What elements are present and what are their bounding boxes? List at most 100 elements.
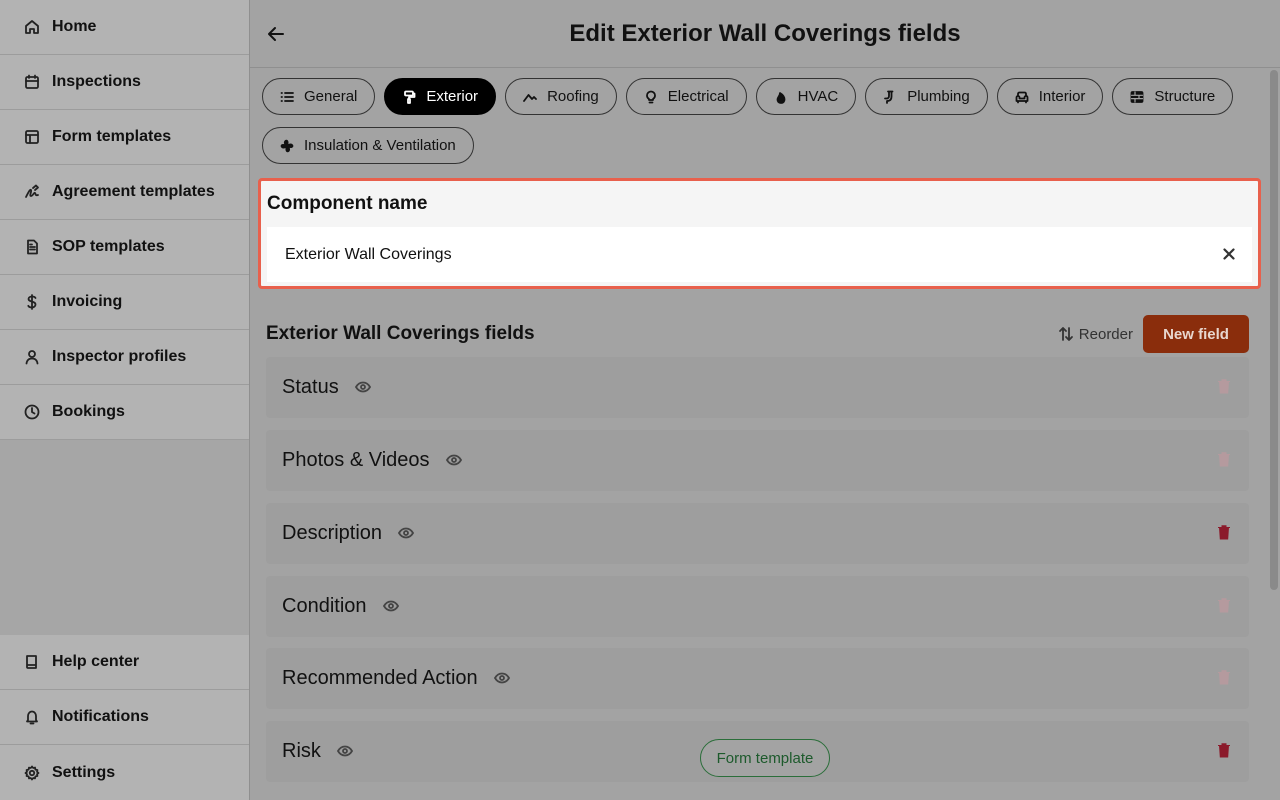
sidebar-item-inspections[interactable]: Inspections	[0, 55, 249, 110]
eye-icon[interactable]	[445, 452, 464, 470]
field-row-status[interactable]: Status	[266, 357, 1249, 418]
gear-icon	[24, 765, 40, 781]
clock-icon	[24, 404, 40, 420]
component-name-input[interactable]	[267, 227, 1252, 282]
field-name: Photos & Videos	[282, 449, 430, 471]
eye-icon[interactable]	[398, 525, 416, 543]
trash-icon[interactable]	[1217, 669, 1231, 685]
sidebar-item-home[interactable]: Home	[0, 0, 249, 55]
arrow-left-icon	[268, 27, 284, 41]
field-row-photos-videos[interactable]: Photos & Videos	[266, 430, 1249, 491]
field-name: Status	[282, 376, 339, 398]
sidebar-item-label: Notifications	[52, 708, 149, 725]
eye-icon[interactable]	[493, 670, 512, 688]
sidebar-item-help-center[interactable]: Help center	[0, 635, 249, 690]
sidebar-item-label: Inspections	[52, 73, 141, 90]
sidebar-item-notifications[interactable]: Notifications	[0, 690, 249, 745]
sidebar-item-label: Inspector profiles	[52, 348, 187, 365]
sidebar-item-inspector-profiles[interactable]: Inspector profiles	[0, 330, 249, 385]
trash-icon[interactable]	[1217, 524, 1231, 540]
field-row-recommended-action[interactable]: Recommended Action	[266, 648, 1249, 709]
sidebar-item-label: SOP templates	[52, 238, 165, 255]
sidebar-item-form-templates[interactable]: Form templates	[0, 110, 249, 165]
tab-label: Insulation & Ventilation	[304, 137, 456, 154]
field-name: Condition	[282, 595, 367, 617]
trash-icon[interactable]	[1217, 451, 1231, 467]
reorder-label: Reorder	[1078, 325, 1133, 343]
category-tabs: General Exterior Roofing Electrical HVAC…	[262, 78, 1262, 164]
tab-label: Interior	[1038, 88, 1086, 105]
sidebar-item-label: Home	[52, 18, 97, 35]
tab-general[interactable]: General	[262, 78, 376, 115]
trash-icon[interactable]	[1217, 742, 1231, 758]
fields-header: Exterior Wall Coverings fields Reorder N…	[266, 315, 1249, 353]
signature-icon	[24, 184, 40, 200]
field-name: Risk	[282, 740, 321, 762]
sidebar: Home Inspections Form templates Agreemen…	[0, 0, 250, 800]
roof-icon	[523, 90, 537, 104]
sidebar-bottom: Help center Notifications Settings	[0, 635, 249, 800]
back-button[interactable]	[266, 24, 286, 44]
sidebar-top: Home Inspections Form templates Agreemen…	[0, 0, 249, 440]
tab-interior[interactable]: Interior	[996, 78, 1104, 115]
eye-icon[interactable]	[354, 379, 373, 397]
fields-actions: Reorder New field	[1058, 315, 1249, 353]
tab-label: HVAC	[797, 88, 839, 105]
sidebar-item-invoicing[interactable]: Invoicing	[0, 275, 249, 330]
scrollbar[interactable]	[1270, 70, 1278, 590]
component-name-label: Component name	[267, 193, 428, 214]
field-name: Description	[282, 522, 383, 544]
home-icon	[24, 19, 40, 35]
close-icon	[1223, 248, 1235, 260]
sidebar-item-label: Agreement templates	[52, 183, 215, 200]
lightbulb-icon	[644, 90, 658, 104]
sidebar-item-sop-templates[interactable]: SOP templates	[0, 220, 249, 275]
layout-icon	[24, 129, 40, 145]
document-icon	[24, 239, 40, 255]
sidebar-item-label: Invoicing	[52, 293, 123, 310]
tab-plumbing[interactable]: Plumbing	[865, 78, 988, 115]
tab-roofing[interactable]: Roofing	[505, 78, 617, 115]
tab-hvac[interactable]: HVAC	[755, 78, 857, 115]
tab-label: Electrical	[667, 88, 729, 105]
tab-insulation-ventilation[interactable]: Insulation & Ventilation	[262, 127, 474, 164]
fan-icon	[280, 139, 294, 153]
sidebar-item-label: Bookings	[52, 403, 125, 420]
eye-icon[interactable]	[336, 743, 355, 761]
user-icon	[24, 349, 40, 365]
field-row-condition[interactable]: Condition	[266, 576, 1249, 637]
calendar-icon	[24, 74, 40, 90]
reorder-button[interactable]: Reorder	[1058, 326, 1133, 343]
tab-label: General	[304, 88, 358, 105]
sofa-icon	[1015, 90, 1029, 104]
pipe-icon	[883, 90, 897, 104]
sidebar-item-label: Help center	[52, 653, 140, 670]
sidebar-item-agreement-templates[interactable]: Agreement templates	[0, 165, 249, 220]
trash-icon[interactable]	[1217, 597, 1231, 613]
tab-exterior[interactable]: Exterior	[384, 78, 497, 115]
paint-roller-icon	[402, 90, 416, 104]
clear-input-button[interactable]	[1220, 245, 1238, 263]
component-name-card: Component name	[258, 178, 1261, 289]
trash-icon[interactable]	[1217, 378, 1231, 394]
tab-label: Plumbing	[907, 88, 970, 105]
sort-arrows-icon	[1058, 327, 1073, 341]
field-row-description[interactable]: Description	[266, 503, 1249, 564]
tab-label: Roofing	[547, 88, 599, 105]
eye-icon[interactable]	[382, 598, 401, 616]
tab-electrical[interactable]: Electrical	[625, 78, 747, 115]
bricks-icon	[1130, 90, 1144, 104]
sidebar-item-settings[interactable]: Settings	[0, 745, 249, 800]
page-header: Edit Exterior Wall Coverings fields	[250, 0, 1280, 68]
flame-icon	[774, 90, 788, 104]
sidebar-item-label: Form templates	[52, 128, 172, 145]
tab-structure[interactable]: Structure	[1112, 78, 1234, 115]
page-title: Edit Exterior Wall Coverings fields	[569, 19, 961, 47]
fields-section-title: Exterior Wall Coverings fields	[266, 323, 535, 344]
sidebar-item-bookings[interactable]: Bookings	[0, 385, 249, 440]
bell-icon	[24, 709, 40, 725]
new-field-button[interactable]: New field	[1143, 315, 1249, 353]
form-template-chip[interactable]: Form template	[700, 739, 830, 777]
dollar-icon	[24, 294, 40, 310]
field-name: Recommended Action	[282, 667, 478, 689]
